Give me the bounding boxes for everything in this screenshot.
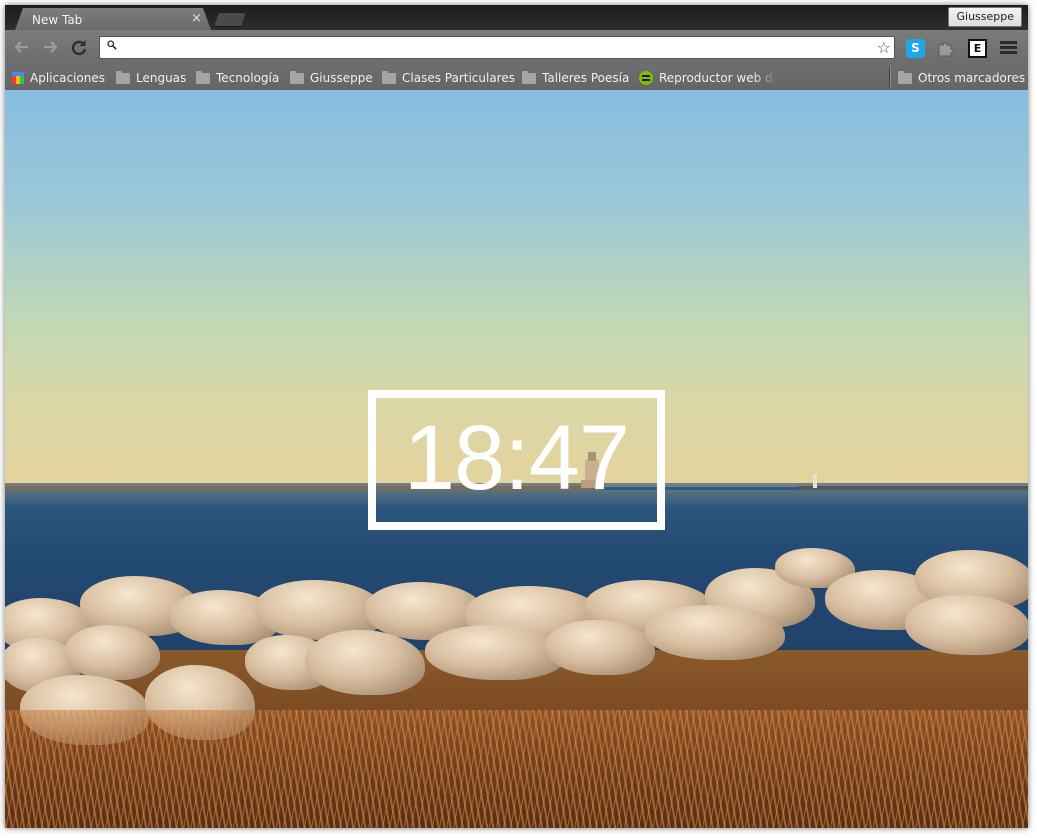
- browser-window: New Tab × Giusseppe ☆ S E Aplicaciones L…: [5, 5, 1028, 828]
- search-icon: [107, 40, 117, 50]
- reload-icon: [71, 40, 87, 56]
- new-tab-page: 18:47: [5, 90, 1028, 828]
- bookmark-giusseppe[interactable]: Giusseppe: [290, 71, 373, 87]
- apps-icon: [12, 72, 24, 84]
- new-tab-button[interactable]: [214, 12, 246, 27]
- spotify-icon: [639, 71, 653, 85]
- bookmark-clases-particulares[interactable]: Clases Particulares: [382, 71, 515, 87]
- clock-time: 18:47: [403, 407, 630, 509]
- omnibox[interactable]: ☆: [99, 36, 895, 59]
- address-input[interactable]: [124, 39, 864, 56]
- folder-icon: [116, 71, 130, 84]
- folder-icon: [382, 71, 396, 84]
- bookmark-otros-marcadores[interactable]: Otros marcadores: [898, 71, 1025, 87]
- tab-strip: New Tab × Giusseppe: [5, 5, 1028, 30]
- evernote-clipper-icon[interactable]: E: [968, 39, 987, 58]
- bookmark-lenguas[interactable]: Lenguas: [116, 71, 186, 87]
- bookmark-label: Tecnología: [216, 71, 280, 85]
- bookmark-spotify-web-player[interactable]: Reproductor web de S: [639, 71, 777, 87]
- folder-icon: [898, 71, 912, 84]
- tab-close-icon[interactable]: ×: [191, 11, 202, 26]
- puzzle-icon[interactable]: [936, 39, 955, 58]
- bookmark-label: Talleres Poesía: [542, 71, 630, 85]
- bookmark-label: Giusseppe: [310, 71, 373, 85]
- forward-button[interactable]: [40, 38, 60, 58]
- bookmark-aplicaciones[interactable]: Aplicaciones: [12, 71, 105, 87]
- back-button[interactable]: [12, 38, 32, 58]
- profile-button[interactable]: Giusseppe: [948, 7, 1022, 27]
- menu-button[interactable]: [1000, 39, 1017, 58]
- folder-icon: [522, 71, 536, 84]
- reload-button[interactable]: [69, 38, 89, 58]
- bookmark-label: Otros marcadores: [918, 71, 1026, 85]
- bookmark-label: Aplicaciones: [30, 71, 105, 85]
- bookmark-star-icon[interactable]: ☆: [877, 38, 891, 57]
- toolbar: ☆ S E: [5, 30, 1028, 64]
- forward-arrow-icon: [44, 41, 58, 53]
- bookmarks-bar: Aplicaciones Lenguas Tecnología Giussepp…: [5, 64, 1028, 91]
- tab-new-tab[interactable]: New Tab ×: [15, 8, 211, 30]
- skype-icon[interactable]: S: [906, 39, 925, 58]
- bookmark-tecnologia[interactable]: Tecnología: [196, 71, 279, 87]
- hamburger-menu-icon: [1000, 39, 1017, 54]
- folder-icon: [290, 71, 304, 84]
- bookmark-label: Reproductor web de S: [659, 71, 777, 85]
- folder-icon: [196, 71, 210, 84]
- tab-title: New Tab: [32, 13, 83, 27]
- clock-widget: 18:47: [368, 390, 665, 530]
- bookmarks-divider: [889, 67, 890, 87]
- background-pier-right: [798, 486, 1028, 490]
- bookmark-talleres-poesia[interactable]: Talleres Poesía: [522, 71, 629, 87]
- background-grass: [5, 710, 1028, 828]
- bookmark-label: Lenguas: [136, 71, 187, 85]
- small-beacon-image: [813, 474, 817, 488]
- rock-image: [905, 595, 1028, 655]
- back-arrow-icon: [14, 41, 28, 53]
- bookmark-label: Clases Particulares: [402, 71, 515, 85]
